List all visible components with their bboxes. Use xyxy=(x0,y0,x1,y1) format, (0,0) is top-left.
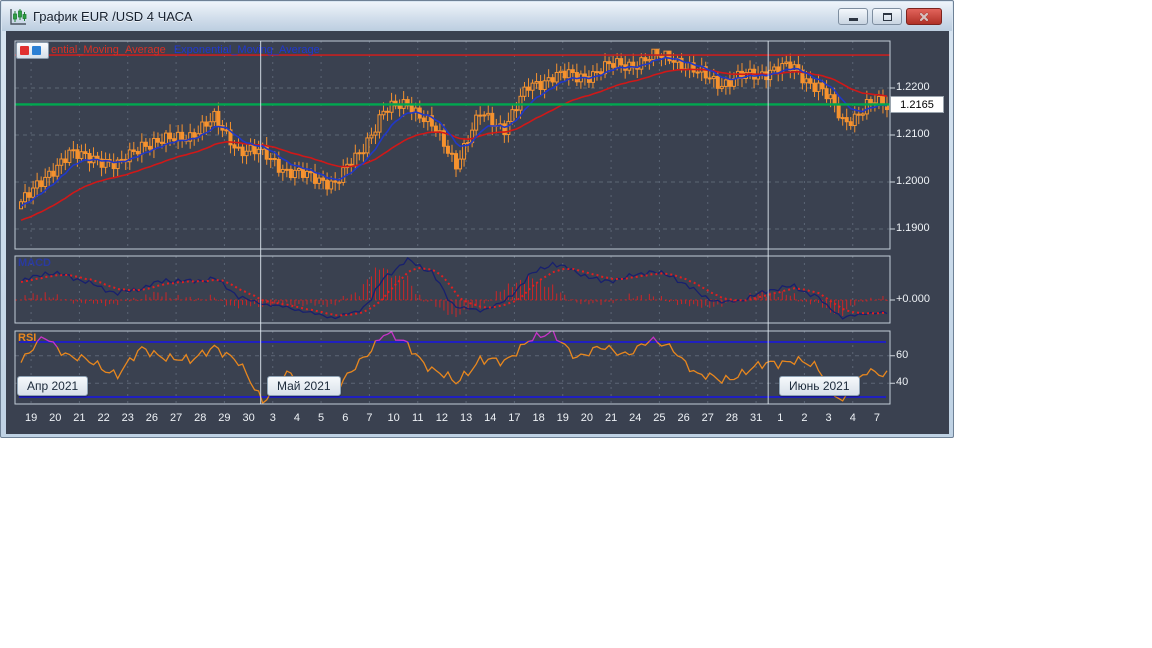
date-axis-label: 20 xyxy=(580,412,594,424)
ema-red-label: ential_Moving_Average xyxy=(51,44,166,56)
title-bar[interactable]: График EUR /USD 4 ЧАСА xyxy=(2,2,952,31)
date-axis-label: 21 xyxy=(73,412,86,424)
date-axis-label: 26 xyxy=(677,412,690,424)
month-label-june: Июнь 2021 xyxy=(779,376,860,396)
rsi-panel-label: RSI xyxy=(18,332,37,344)
date-axis-label: 10 xyxy=(387,412,400,424)
date-axis-label: 2 xyxy=(801,412,808,424)
macd-panel-label: MACD xyxy=(18,257,51,269)
indicator-legend-box[interactable] xyxy=(16,42,49,59)
date-axis-label: 24 xyxy=(629,412,642,424)
date-axis-label: 12 xyxy=(435,412,449,424)
date-axis-label: 18 xyxy=(532,412,545,424)
date-axis-label: 3 xyxy=(269,412,276,424)
window-title: График EUR /USD 4 ЧАСА xyxy=(33,9,193,24)
date-axis-label: 21 xyxy=(604,412,618,424)
date-axis-label: 4 xyxy=(293,412,300,424)
date-axis-label: 31 xyxy=(749,412,763,424)
date-axis-label: 23 xyxy=(121,412,134,424)
month-label-april: Апр 2021 xyxy=(17,376,89,396)
date-axis-label: 7 xyxy=(873,412,880,424)
minimize-button[interactable] xyxy=(838,8,868,25)
date-axis-label: 5 xyxy=(318,412,325,424)
chart-window: График EUR /USD 4 ЧАСА ential_Moving_Ave… xyxy=(0,0,954,438)
date-axis-label: 22 xyxy=(97,412,110,424)
chart-client-area: ential_Moving_Average Exponential_Moving… xyxy=(6,31,949,434)
date-axis-label: 13 xyxy=(459,412,473,424)
date-axis-label: 11 xyxy=(412,412,424,424)
window-buttons xyxy=(838,8,946,25)
date-axis-label: 20 xyxy=(49,412,62,424)
date-axis-label: 29 xyxy=(218,412,231,424)
date-axis-label: 14 xyxy=(484,412,497,424)
date-axis-label: 27 xyxy=(701,412,714,424)
price-axis-label: 1.1900 xyxy=(896,222,930,234)
chart-canvas[interactable] xyxy=(6,31,949,434)
ema-blue-label: Exponential_Moving_Average xyxy=(173,44,320,56)
date-axis-label: 6 xyxy=(342,412,349,424)
close-button[interactable] xyxy=(906,8,942,25)
indicator-legend: ential_Moving_Average Exponential_Moving… xyxy=(51,44,320,56)
date-axis-label: 28 xyxy=(194,412,207,424)
minimize-icon xyxy=(848,18,858,21)
maximize-button[interactable] xyxy=(872,8,902,25)
date-axis-label: 28 xyxy=(725,412,739,424)
date-axis-label: 3 xyxy=(825,412,832,424)
ema-blue-chip-icon xyxy=(32,46,41,55)
rsi-axis-label: 40 xyxy=(896,376,909,389)
date-axis-label: 19 xyxy=(556,412,569,424)
ema-red-chip-icon xyxy=(20,46,29,55)
date-axis-label: 4 xyxy=(849,412,856,424)
date-axis-label: 19 xyxy=(24,412,38,424)
date-axis-label: 25 xyxy=(653,412,666,424)
maximize-icon xyxy=(882,12,892,21)
date-axis-label: 30 xyxy=(242,412,255,424)
macd-axis-label: +0.000 xyxy=(896,293,930,305)
candlestick-chart-icon xyxy=(8,7,28,27)
month-label-may: Май 2021 xyxy=(267,376,341,396)
rsi-axis-label: 60 xyxy=(896,348,909,361)
date-axis-label: 17 xyxy=(508,412,521,424)
date-axis-label: 27 xyxy=(169,412,183,424)
close-icon xyxy=(919,11,929,22)
date-axis-label: 7 xyxy=(366,412,373,424)
price-axis-label: 1.2200 xyxy=(896,81,930,93)
current-price-badge: 1.2165 xyxy=(890,96,944,113)
price-axis-label: 1.2000 xyxy=(896,175,930,187)
date-axis-label: 1 xyxy=(777,412,784,424)
date-axis-label: 26 xyxy=(145,412,159,424)
price-axis-label: 1.2100 xyxy=(896,128,930,140)
